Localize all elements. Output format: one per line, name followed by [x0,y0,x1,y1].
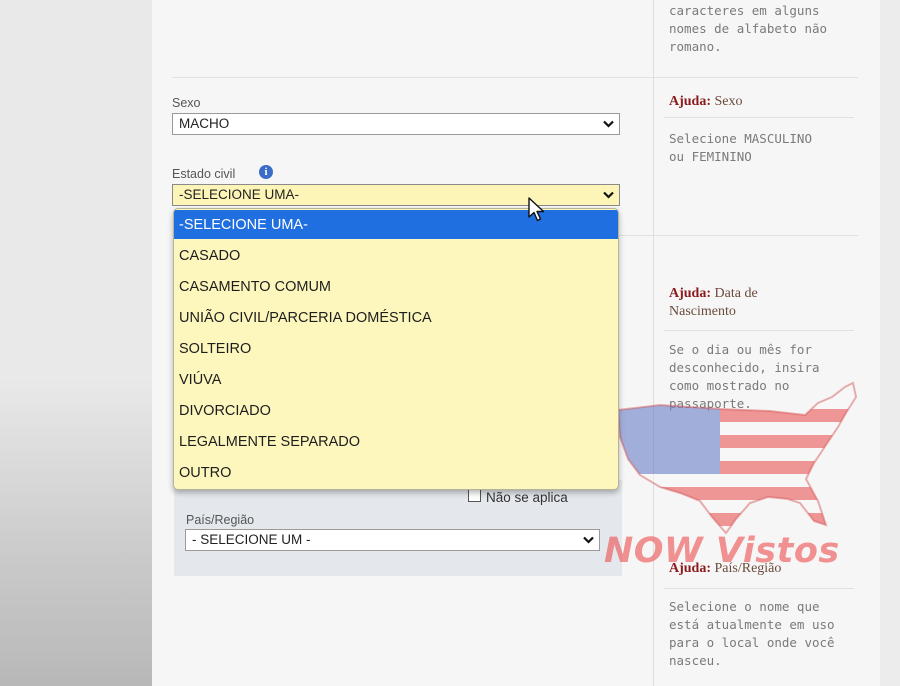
pais-regiao-select-value: - SELECIONE UM - [192,532,311,547]
dropdown-option[interactable]: VIÚVA [174,365,618,394]
background-shade [0,380,152,686]
help-prefix: Ajuda: [669,94,712,109]
help-prefix: Ajuda: [669,286,712,301]
top-help-line: caracteres em alguns [669,3,820,18]
estado-civil-label: Estado civil [172,167,236,181]
dropdown-option[interactable]: CASADO [174,241,618,270]
help-divider [664,588,854,589]
dropdown-option[interactable]: CASAMENTO COMUM [174,272,618,301]
estado-civil-select-value: -SELECIONE UMA- [179,187,300,202]
info-icon[interactable]: i [259,165,273,179]
chevron-down-icon [583,536,594,544]
nao-se-aplica-checkbox[interactable] [468,489,481,502]
mouse-cursor-icon [528,197,545,222]
dropdown-option[interactable]: LEGALMENTE SEPARADO [174,427,618,456]
page-right-margin [880,0,900,686]
top-help-line: nomes de alfabeto não [669,21,828,36]
sexo-help-title: Ajuda: Sexo [669,93,743,111]
pais-help-line: Selecione o nome que [669,599,820,614]
data-nascimento-help-title-cont: Nascimento [669,304,736,319]
dropdown-option[interactable]: SOLTEIRO [174,334,618,363]
estado-civil-dropdown-list: -SELECIONE UMA- CASADO CASAMENTO COMUM U… [173,208,619,490]
dropdown-option[interactable]: -SELECIONE UMA- [174,210,618,239]
data-nascimento-help-line: Se o dia ou mês for [669,342,812,357]
pais-help-line: nasceu. [669,653,722,668]
help-column-divider [653,0,654,686]
pais-help-line: está atualmente em uso [669,617,835,632]
top-help-line: romano. [669,39,722,54]
sexo-select-value: MACHO [179,116,230,131]
watermark-text: NOW Vistos [604,531,840,571]
sexo-help-line: Selecione MASCULINO [669,131,812,146]
sexo-label: Sexo [172,96,201,110]
nao-se-aplica-label: Não se aplica [486,490,568,505]
data-nascimento-help-title: Ajuda: Data de [669,285,758,303]
section-divider [172,77,858,78]
data-nascimento-help-line: desconhecido, insira [669,360,820,375]
help-title-text: Data de [714,286,758,301]
pais-regiao-select[interactable]: - SELECIONE UM - [185,529,600,551]
help-divider [664,330,854,331]
sexo-select[interactable]: MACHO [172,113,620,135]
data-nascimento-help-line: como mostrado no [669,378,790,393]
dropdown-option[interactable]: OUTRO [174,458,618,487]
chevron-down-icon [603,120,614,128]
dropdown-option[interactable]: UNIÃO CIVIL/PARCERIA DOMÉSTICA [174,303,618,332]
dropdown-option[interactable]: DIVORCIADO [174,396,618,425]
pais-regiao-label: País/Região [186,513,255,527]
sexo-help-line: ou FEMININO [669,149,752,164]
data-nascimento-help-line: passaporte. [669,396,752,411]
estado-civil-select[interactable]: -SELECIONE UMA- [172,184,620,206]
help-divider [664,117,854,118]
chevron-down-icon [603,191,614,199]
help-title-text: Sexo [714,94,743,109]
pais-help-line: para o local onde você [669,635,835,650]
